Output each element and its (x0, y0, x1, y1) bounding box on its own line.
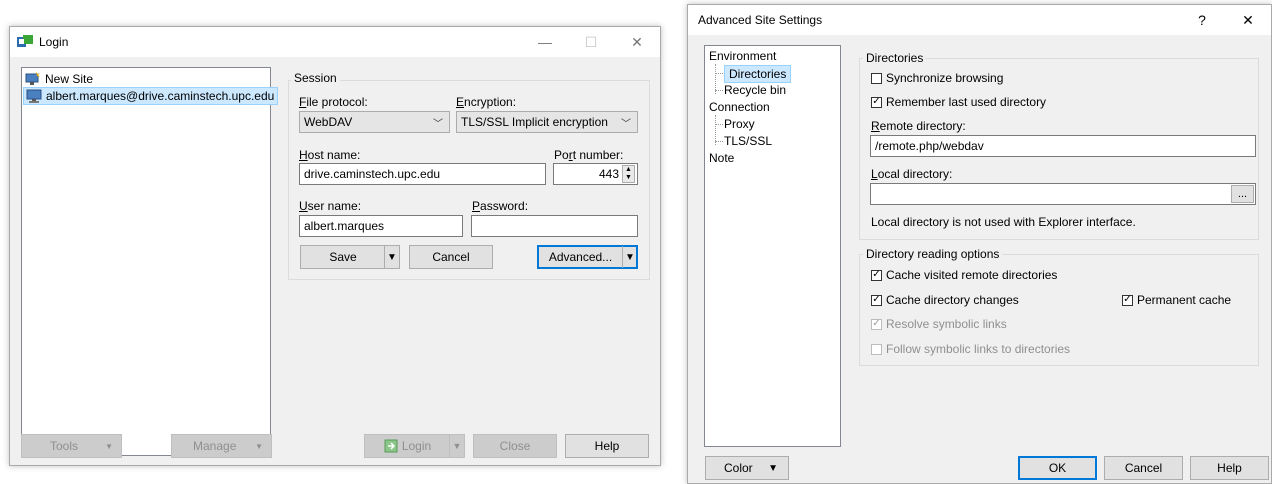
tree-line (715, 90, 723, 91)
tree-line (715, 141, 723, 142)
tree-line (715, 73, 723, 74)
encryption-label: Encryption: (456, 95, 517, 109)
login-icon (384, 439, 398, 453)
help-title-button[interactable]: ? (1179, 5, 1225, 35)
tools-button[interactable]: Tools ▼ (21, 434, 122, 458)
close-window-button[interactable]: ✕ (1225, 5, 1271, 35)
check-icon: ✓ (1122, 294, 1133, 306)
directories-group-label: Directories (863, 51, 927, 65)
site-item-albert[interactable]: albert.marques@drive.caminstech.upc.edu (23, 87, 279, 105)
port-number-label: Port number: (554, 148, 624, 162)
port-spinner[interactable]: ▲ ▼ (622, 165, 635, 183)
maximize-button[interactable]: ☐ (568, 27, 614, 57)
new-site-icon (25, 72, 41, 86)
chevron-down-icon: ﹀ (433, 119, 443, 130)
check-icon: ✓ (871, 269, 882, 281)
help-button[interactable]: Help (565, 434, 649, 458)
check-icon: ✓ (871, 294, 882, 306)
advanced-titlebar: Advanced Site Settings ? ✕ (688, 5, 1271, 35)
login-window: Login — ☐ ✕ New Site albert.marques@driv… (9, 26, 661, 466)
chevron-down-icon: ▼ (255, 441, 263, 451)
file-protocol-select[interactable]: WebDAV ﹀ (299, 111, 450, 133)
cache-changes-checkbox[interactable]: ✓ Cache directory changes (871, 293, 1019, 307)
remember-directory-checkbox[interactable]: ✓ Remember last used directory (871, 95, 1046, 109)
site-item-label: albert.marques@drive.caminstech.upc.edu (46, 89, 275, 103)
check-icon: ✓ (871, 96, 882, 108)
local-directory-input[interactable] (870, 183, 1256, 205)
permanent-cache-checkbox[interactable]: ✓ Permanent cache (1122, 293, 1231, 307)
advanced-button[interactable]: Advanced... ▼ (537, 245, 638, 269)
host-name-input[interactable]: drive.caminstech.upc.edu (299, 163, 546, 185)
save-dropdown-arrow[interactable]: ▼ (384, 246, 399, 268)
chevron-down-icon: ﹀ (621, 119, 631, 130)
winscp-app-icon (17, 35, 33, 49)
tree-item-tls-ssl[interactable]: TLS/SSL (724, 134, 772, 148)
cache-visited-checkbox[interactable]: ✓ Cache visited remote directories (871, 268, 1057, 282)
file-protocol-label: File protocol: (299, 95, 368, 109)
chevron-down-icon: ▼ (105, 441, 113, 451)
advanced-site-settings-window: Advanced Site Settings ? ✕ Environment D… (687, 4, 1272, 484)
session-group-label: Session (291, 71, 340, 85)
local-directory-note: Local directory is not used with Explore… (871, 215, 1136, 229)
minimize-button[interactable]: — (522, 27, 568, 57)
chevron-down-icon: ▼ (768, 462, 778, 474)
advanced-title: Advanced Site Settings (698, 13, 823, 27)
password-label: Password: (472, 199, 529, 213)
tree-item-connection[interactable]: Connection (709, 100, 770, 114)
manage-button[interactable]: Manage ▼ (171, 434, 272, 458)
resolve-symbolic-links-checkbox[interactable]: ✓ Resolve symbolic links (871, 317, 1007, 331)
login-titlebar: Login — ☐ ✕ (10, 27, 660, 57)
tree-item-proxy[interactable]: Proxy (724, 117, 755, 131)
site-item-new[interactable]: New Site (25, 72, 93, 86)
encryption-select[interactable]: TLS/SSL Implicit encryption ﹀ (456, 111, 638, 133)
advanced-dropdown-arrow[interactable]: ▼ (622, 246, 637, 268)
login-button[interactable]: Login ▼ (364, 434, 465, 458)
login-dropdown-arrow[interactable]: ▼ (449, 435, 464, 457)
save-button[interactable]: Save ▼ (300, 245, 400, 269)
tree-line (715, 124, 723, 125)
password-input[interactable] (471, 215, 638, 237)
site-item-label: New Site (45, 72, 94, 86)
computer-icon (26, 89, 42, 103)
cancel-button[interactable]: Cancel (409, 245, 493, 269)
ok-button[interactable]: OK (1018, 456, 1097, 480)
settings-tree[interactable]: Environment Directories Recycle bin Conn… (704, 45, 841, 447)
host-name-label: Host name: (299, 148, 361, 162)
color-button[interactable]: Color ▼ (705, 456, 789, 480)
help-button[interactable]: Help (1190, 456, 1269, 480)
user-name-input[interactable]: albert.marques (299, 215, 463, 237)
site-list[interactable]: New Site albert.marques@drive.caminstech… (21, 67, 279, 456)
browse-button[interactable]: ... (1231, 185, 1254, 203)
follow-symbolic-links-checkbox[interactable]: Follow symbolic links to directories (871, 342, 1070, 356)
close-button[interactable]: Close (473, 434, 557, 458)
local-directory-label: Local directory: (871, 167, 953, 181)
remote-directory-label: Remote directory: (871, 119, 966, 133)
checkbox-box (871, 343, 882, 355)
checkbox-box (871, 72, 882, 84)
cancel-button[interactable]: Cancel (1104, 456, 1183, 480)
close-window-button[interactable]: ✕ (614, 27, 660, 57)
user-name-label: User name: (299, 199, 362, 213)
check-icon: ✓ (871, 318, 882, 330)
directory-reading-group-label: Directory reading options (863, 247, 1003, 261)
tree-item-note[interactable]: Note (709, 151, 734, 165)
remote-directory-input[interactable]: /remote.php/webdav (870, 135, 1256, 157)
synchronize-browsing-checkbox[interactable]: Synchronize browsing (871, 71, 1003, 85)
login-title: Login (39, 35, 69, 49)
tree-item-environment[interactable]: Environment (709, 49, 776, 63)
tree-item-directories[interactable]: Directories (724, 65, 792, 83)
tree-item-recycle-bin[interactable]: Recycle bin (724, 83, 786, 97)
